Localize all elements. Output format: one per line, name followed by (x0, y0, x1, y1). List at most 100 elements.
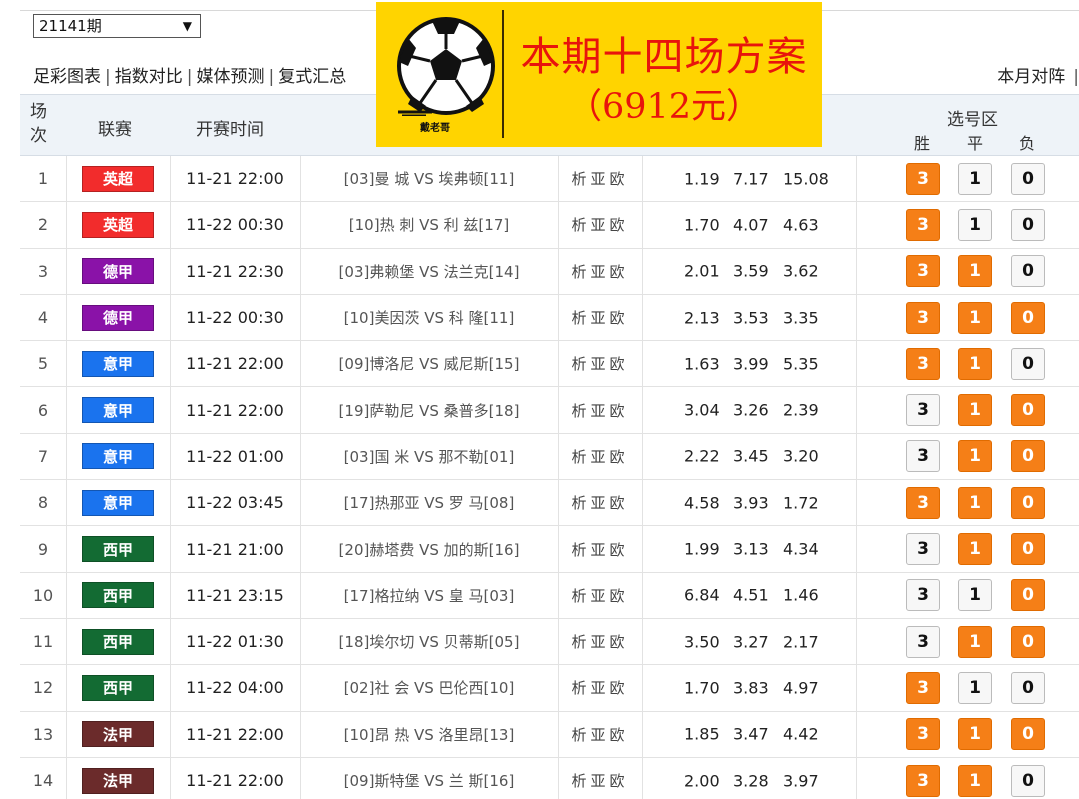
analysis-links[interactable]: 析亚欧 (571, 724, 628, 745)
league-badge[interactable]: 德甲 (82, 304, 154, 331)
league-badge[interactable]: 西甲 (82, 628, 154, 655)
pick-lose-button[interactable]: 0 (1011, 579, 1045, 612)
table-row: 10 西甲 11-21 23:15 [17]格拉纳 VS 皇 马[03] 析亚欧 6.84… (20, 572, 1079, 619)
pick-win-button[interactable]: 3 (906, 486, 940, 519)
pick-draw-button[interactable]: 1 (958, 718, 992, 751)
analysis-links-cell: 析亚欧 (558, 387, 642, 432)
header-pick-zone: 选号区 (947, 110, 998, 130)
match-teams[interactable]: [03]曼 城 VS 埃弗顿[11] (344, 168, 515, 189)
analysis-links[interactable]: 析亚欧 (571, 585, 628, 606)
pick-lose-button[interactable]: 0 (1011, 162, 1045, 195)
league-badge[interactable]: 意甲 (82, 443, 154, 470)
pick-draw-button[interactable]: 1 (958, 394, 992, 427)
pick-win-button[interactable]: 3 (906, 440, 940, 473)
period-select[interactable]: 21141期 ▼ (33, 14, 201, 38)
odds-win: 3.50 (684, 632, 720, 652)
pick-win-button[interactable]: 3 (906, 347, 940, 380)
pick-win-button[interactable]: 3 (906, 208, 940, 241)
header-no: 场 次 (30, 102, 47, 146)
pick-lose-button[interactable]: 0 (1011, 301, 1045, 334)
nav-link-index-compare[interactable]: 指数对比 (115, 67, 183, 87)
pick-win-button[interactable]: 3 (906, 718, 940, 751)
analysis-links[interactable]: 析亚欧 (571, 261, 628, 282)
match-teams[interactable]: [19]萨勒尼 VS 桑普多[18] (339, 400, 520, 421)
league-badge[interactable]: 意甲 (82, 350, 154, 377)
nav-link-multi-summary[interactable]: 复式汇总 (278, 67, 346, 87)
pick-lose-button[interactable]: 0 (1011, 718, 1045, 751)
analysis-links[interactable]: 析亚欧 (571, 492, 628, 513)
pick-win-button[interactable]: 3 (906, 671, 940, 704)
pick-win-button[interactable]: 3 (906, 764, 940, 797)
analysis-links[interactable]: 析亚欧 (571, 214, 628, 235)
analysis-links[interactable]: 析亚欧 (571, 168, 628, 189)
match-teams[interactable]: [10]热 刺 VS 利 兹[17] (349, 214, 509, 235)
pick-win-button[interactable]: 3 (906, 394, 940, 427)
pick-win-button[interactable]: 3 (906, 301, 940, 334)
pick-win-button[interactable]: 3 (906, 255, 940, 288)
pick-lose-button[interactable]: 0 (1011, 486, 1045, 519)
league-badge[interactable]: 法甲 (82, 767, 154, 794)
pick-lose-button[interactable]: 0 (1011, 671, 1045, 704)
pick-lose-button[interactable]: 0 (1011, 764, 1045, 797)
analysis-links[interactable]: 析亚欧 (571, 677, 628, 698)
analysis-links[interactable]: 析亚欧 (571, 307, 628, 328)
match-teams[interactable]: [03]弗赖堡 VS 法兰克[14] (339, 261, 520, 282)
pick-draw-button[interactable]: 1 (958, 671, 992, 704)
match-table: 场 次 联赛 开赛时间 选号区 胜 平 负 1 英超 11-21 22:00 [03]… (20, 94, 1079, 799)
pick-draw-button[interactable]: 1 (958, 579, 992, 612)
pick-draw-button[interactable]: 1 (958, 301, 992, 334)
pick-lose-button[interactable]: 0 (1011, 533, 1045, 566)
pick-win-button[interactable]: 3 (906, 579, 940, 612)
odds-lose: 5.35 (783, 354, 819, 374)
nav-link-media-predict[interactable]: 媒体预测 (196, 67, 264, 87)
kickoff-time: 11-22 01:00 (186, 446, 284, 466)
match-teams[interactable]: [20]赫塔费 VS 加的斯[16] (339, 539, 520, 560)
pick-win-button[interactable]: 3 (906, 625, 940, 658)
league-badge[interactable]: 法甲 (82, 721, 154, 748)
match-teams[interactable]: [10]昂 热 VS 洛里昂[13] (344, 724, 515, 745)
analysis-links[interactable]: 析亚欧 (571, 353, 628, 374)
pick-draw-button[interactable]: 1 (958, 486, 992, 519)
pick-draw-button[interactable]: 1 (958, 440, 992, 473)
analysis-links[interactable]: 析亚欧 (571, 446, 628, 467)
nav-link-month-fixtures[interactable]: 本月对阵 (997, 67, 1065, 87)
pick-draw-button[interactable]: 1 (958, 208, 992, 241)
pick-lose-button[interactable]: 0 (1011, 255, 1045, 288)
pick-draw-button[interactable]: 1 (958, 347, 992, 380)
match-teams[interactable]: [17]热那亚 VS 罗 马[08] (344, 492, 515, 513)
match-teams[interactable]: [10]美因茨 VS 科 隆[11] (344, 307, 515, 328)
match-teams[interactable]: [09]斯特堡 VS 兰 斯[16] (344, 770, 515, 791)
pick-draw-button[interactable]: 1 (958, 764, 992, 797)
league-badge[interactable]: 意甲 (82, 489, 154, 516)
league-badge[interactable]: 西甲 (82, 582, 154, 609)
league-cell: 意甲 (66, 434, 170, 479)
pick-draw-button[interactable]: 1 (958, 533, 992, 566)
league-badge[interactable]: 意甲 (82, 397, 154, 424)
league-badge[interactable]: 英超 (82, 165, 154, 192)
pick-draw-button[interactable]: 1 (958, 255, 992, 288)
pick-lose-button[interactable]: 0 (1011, 440, 1045, 473)
league-badge[interactable]: 西甲 (82, 536, 154, 563)
analysis-links[interactable]: 析亚欧 (571, 770, 628, 791)
pick-win-button[interactable]: 3 (906, 533, 940, 566)
analysis-links[interactable]: 析亚欧 (571, 631, 628, 652)
pick-draw-button[interactable]: 1 (958, 625, 992, 658)
pick-lose-button[interactable]: 0 (1011, 394, 1045, 427)
pick-lose-button[interactable]: 0 (1011, 347, 1045, 380)
pick-lose-button[interactable]: 0 (1011, 208, 1045, 241)
pick-lose-button[interactable]: 0 (1011, 625, 1045, 658)
analysis-links[interactable]: 析亚欧 (571, 539, 628, 560)
match-teams[interactable]: [18]埃尔切 VS 贝蒂斯[05] (339, 631, 520, 652)
league-cell: 意甲 (66, 480, 170, 525)
match-teams[interactable]: [02]社 会 VS 巴伦西[10] (344, 677, 515, 698)
league-badge[interactable]: 英超 (82, 211, 154, 238)
match-teams[interactable]: [03]国 米 VS 那不勒[01] (344, 446, 515, 467)
league-badge[interactable]: 西甲 (82, 674, 154, 701)
pick-draw-button[interactable]: 1 (958, 162, 992, 195)
nav-link-chart[interactable]: 足彩图表 (33, 67, 101, 87)
match-teams[interactable]: [17]格拉纳 VS 皇 马[03] (344, 585, 515, 606)
analysis-links[interactable]: 析亚欧 (571, 400, 628, 421)
match-teams[interactable]: [09]博洛尼 VS 威尼斯[15] (339, 353, 520, 374)
league-badge[interactable]: 德甲 (82, 258, 154, 285)
pick-win-button[interactable]: 3 (906, 162, 940, 195)
